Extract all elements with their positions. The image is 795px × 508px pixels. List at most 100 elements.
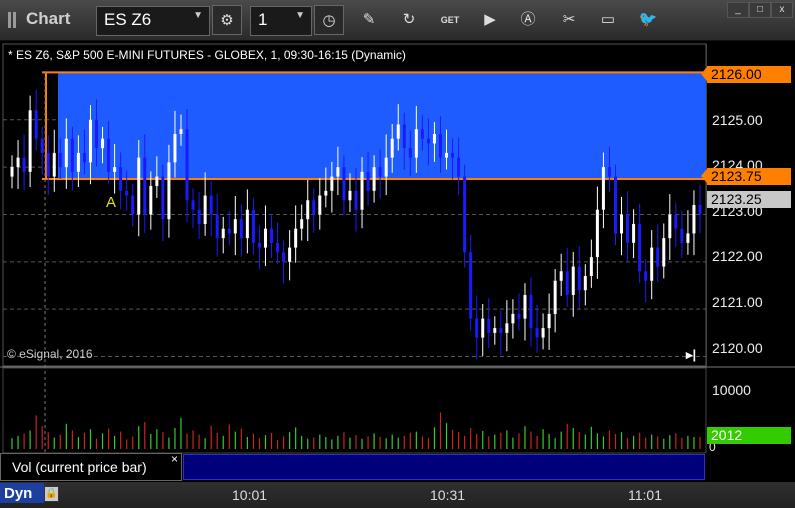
- candle-body: [481, 318, 485, 338]
- candle-body: [64, 138, 68, 168]
- chat-icon[interactable]: ▭: [597, 9, 619, 31]
- candle-body: [318, 195, 322, 215]
- maximize-button[interactable]: □: [749, 2, 771, 18]
- pencil-icon[interactable]: ✎: [358, 9, 380, 31]
- candle-body: [10, 167, 14, 177]
- candle-body: [529, 294, 533, 329]
- candle-body: [426, 138, 430, 144]
- candle-body: [312, 200, 316, 215]
- candle-body: [76, 152, 80, 172]
- candle-body: [342, 167, 346, 201]
- candle-body: [239, 219, 243, 239]
- candle-body: [469, 252, 473, 319]
- candle-body: [167, 162, 171, 220]
- candle-body: [282, 252, 286, 262]
- candle-body: [493, 328, 497, 333]
- close-button[interactable]: x: [771, 2, 793, 18]
- candle-body: [535, 328, 539, 338]
- candle-body: [161, 176, 165, 220]
- time-label: 10:01: [232, 487, 268, 503]
- annotation-marker: A: [106, 194, 116, 211]
- tools-icon[interactable]: ✂: [558, 9, 580, 31]
- candle-body: [589, 257, 593, 277]
- candle-body: [191, 200, 195, 210]
- candle-body: [113, 167, 117, 172]
- candle-body: [384, 157, 388, 177]
- candle-body: [245, 209, 249, 239]
- price-band-fill: [58, 72, 706, 179]
- candle-body: [294, 228, 298, 248]
- window-title: Chart: [26, 9, 71, 28]
- lock-icon[interactable]: 🔒: [44, 486, 59, 502]
- candle-body: [52, 152, 56, 177]
- settings-gear-icon[interactable]: ⚙: [212, 5, 242, 35]
- candle-body: [541, 328, 545, 338]
- volume-study-label: Vol (current price bar): [12, 459, 147, 475]
- candle-body: [40, 138, 44, 153]
- candle-body: [523, 294, 527, 319]
- arrow-left-icon: [701, 67, 707, 81]
- chart-canvas[interactable]: A: [0, 41, 795, 482]
- grip-icon[interactable]: [8, 12, 18, 28]
- candle-body: [565, 271, 569, 295]
- candle-body: [475, 318, 479, 338]
- twitter-icon[interactable]: 🐦: [637, 9, 659, 31]
- candle-body: [420, 129, 424, 139]
- time-label: 10:31: [430, 487, 466, 503]
- scroll-to-end-icon[interactable]: ▸|: [686, 347, 696, 363]
- symbol-value: ES Z6: [104, 10, 152, 29]
- refresh-icon[interactable]: ↻: [398, 9, 420, 31]
- candle-body: [155, 176, 159, 187]
- candle-body: [547, 313, 551, 329]
- interval-combobox[interactable]: 1 ▼: [250, 6, 312, 36]
- candle-body: [571, 266, 575, 295]
- clock-icon[interactable]: ◷: [314, 5, 344, 35]
- candle-body: [662, 238, 666, 267]
- candle-body: [288, 247, 292, 262]
- candle-body: [505, 323, 509, 333]
- candle-body: [173, 133, 177, 163]
- candle-body: [143, 157, 147, 215]
- copyright-text: © eSignal, 2016: [7, 347, 93, 361]
- candle-body: [607, 167, 611, 177]
- volume-current-tag: 2012: [707, 427, 791, 444]
- minimize-button[interactable]: _: [727, 2, 749, 18]
- get-icon[interactable]: GET: [439, 9, 461, 31]
- candle-body: [626, 214, 630, 243]
- candle-body: [149, 186, 153, 215]
- candle-body: [511, 313, 515, 324]
- play-icon[interactable]: ▶: [479, 9, 501, 31]
- candle-body: [366, 171, 370, 191]
- candle-body: [432, 133, 436, 144]
- candle-body: [101, 138, 105, 149]
- candle-body: [583, 276, 587, 291]
- candle-body: [137, 157, 141, 215]
- arrow-left-icon: [701, 169, 707, 183]
- close-icon[interactable]: ×: [171, 452, 178, 466]
- candle-body: [463, 176, 467, 253]
- candle-body: [577, 266, 581, 291]
- candle-body: [692, 205, 696, 234]
- candle-body: [601, 167, 605, 210]
- interval-value: 1: [258, 10, 268, 29]
- candle-body: [330, 176, 334, 191]
- alert-icon[interactable]: Ⓐ: [517, 9, 539, 31]
- candle-body: [457, 157, 461, 177]
- candle-body: [125, 190, 129, 196]
- candle-body: [107, 138, 111, 172]
- candle-body: [438, 133, 442, 158]
- candle-body: [445, 152, 449, 158]
- candle-body: [360, 171, 364, 210]
- candle-body: [324, 190, 328, 196]
- candle-body: [28, 110, 32, 172]
- candle-body: [336, 167, 340, 177]
- volume-study-area[interactable]: [183, 454, 705, 480]
- candle-body: [348, 190, 352, 201]
- time-axis[interactable]: [0, 482, 795, 508]
- price-label: 2120.00: [712, 340, 763, 356]
- candle-body: [372, 167, 376, 191]
- symbol-combobox[interactable]: ES Z6 ▼: [96, 6, 210, 36]
- candle-body: [58, 152, 62, 168]
- candle-body: [88, 119, 92, 163]
- candle-body: [499, 328, 503, 333]
